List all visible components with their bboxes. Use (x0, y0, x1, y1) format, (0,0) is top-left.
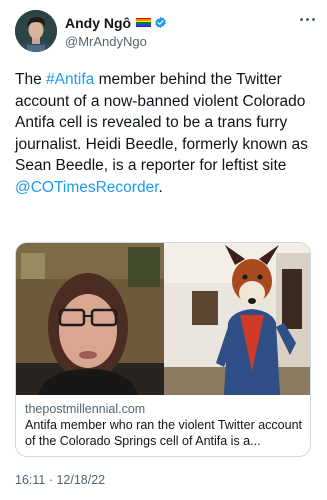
tweet-text-segment: . (158, 178, 163, 196)
author-display-name-row[interactable]: Andy Ngô (65, 14, 167, 31)
author-names: Andy Ngô @MrAndyNgo (65, 14, 167, 49)
rainbow-flag-icon (136, 17, 152, 28)
tweet-text: The #Antifa member behind the Twitter ac… (15, 69, 320, 198)
tweet-text-segment: The (15, 71, 47, 88)
more-options-icon[interactable] (297, 12, 317, 26)
tweet-timestamp[interactable]: 16:11 · 12/18/22 (15, 473, 105, 487)
author-handle[interactable]: @MrAndyNgo (65, 34, 167, 49)
author-display-name[interactable]: Andy Ngô (65, 15, 131, 31)
link-card[interactable]: thepostmillennial.com Antifa member who … (15, 242, 311, 457)
card-title: Antifa member who ran the violent Twitte… (25, 418, 302, 448)
avatar[interactable] (15, 10, 57, 52)
tweet-link[interactable]: #Antifa (46, 71, 94, 88)
verified-badge-icon (154, 16, 167, 29)
card-domain: thepostmillennial.com (25, 402, 146, 416)
card-image[interactable] (16, 243, 310, 395)
tweet-link[interactable]: @COTimesRecorder (15, 179, 159, 196)
tweet-header: Andy Ngô @MrAndyNgo (15, 10, 317, 54)
